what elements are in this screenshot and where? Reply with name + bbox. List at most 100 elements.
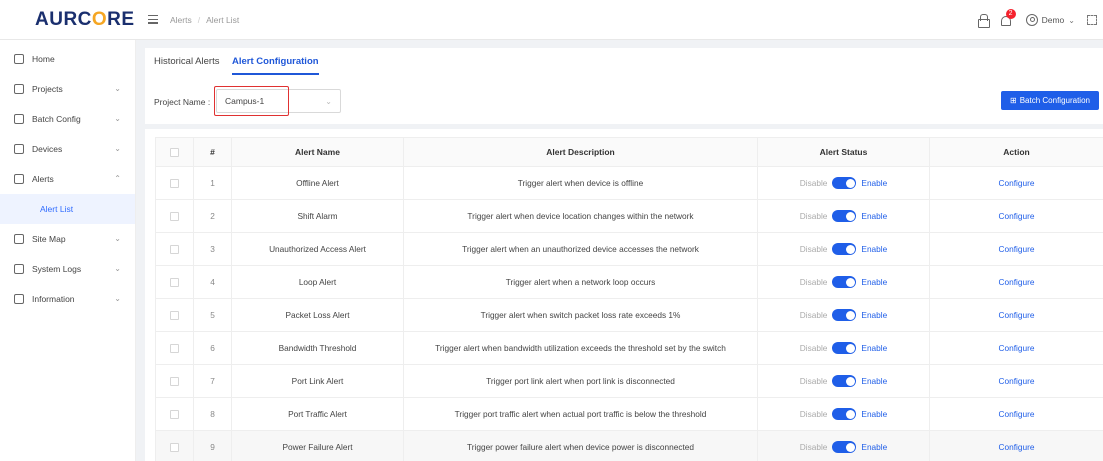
alert-description: Trigger port link alert when port link i… xyxy=(403,364,758,398)
sidebar-item-information[interactable]: Information ⌄ xyxy=(0,284,135,314)
tab-historical-alerts[interactable]: Historical Alerts xyxy=(154,56,219,73)
status-toggle[interactable] xyxy=(832,441,857,453)
row-checkbox[interactable] xyxy=(170,245,179,255)
tab-alert-configuration[interactable]: Alert Configuration xyxy=(232,56,319,75)
row-checkbox[interactable] xyxy=(170,443,179,453)
configure-link[interactable]: Configure xyxy=(999,310,1035,320)
breadcrumb-item[interactable]: Alerts xyxy=(170,15,192,25)
status-toggle[interactable] xyxy=(832,309,857,321)
configure-link[interactable]: Configure xyxy=(999,376,1035,386)
chevron-down-icon: ⌄ xyxy=(114,294,121,303)
row-checkbox[interactable] xyxy=(170,278,179,288)
row-index: 4 xyxy=(193,265,232,299)
breadcrumb-item: Alert List xyxy=(206,15,240,25)
alert-table-card: # Alert Name Alert Description Alert Sta… xyxy=(145,129,1103,461)
alert-description: Trigger alert when device is offline xyxy=(403,166,758,200)
chevron-down-icon: ⌄ xyxy=(114,144,121,153)
row-index: 7 xyxy=(193,364,232,398)
row-checkbox[interactable] xyxy=(170,410,179,420)
row-index: 2 xyxy=(193,199,232,233)
configure-link[interactable]: Configure xyxy=(999,178,1035,188)
configure-link[interactable]: Configure xyxy=(999,244,1035,254)
alert-name: Bandwidth Threshold xyxy=(231,331,404,365)
sidebar-item-home[interactable]: Home xyxy=(0,44,135,74)
row-select-cell xyxy=(155,397,194,431)
row-select-cell xyxy=(155,199,194,233)
enable-label: Enable xyxy=(861,343,888,353)
disable-label: Disable xyxy=(799,343,828,353)
sidebar-item-system-logs[interactable]: System Logs ⌄ xyxy=(0,254,135,284)
table-header: # Alert Name Alert Description Alert Sta… xyxy=(155,137,1103,167)
row-checkbox[interactable] xyxy=(170,344,179,354)
alert-description: Trigger port traffic alert when actual p… xyxy=(403,397,758,431)
alert-name: Shift Alarm xyxy=(231,199,404,233)
sidebar-item-batch-config[interactable]: Batch Config ⌄ xyxy=(0,104,135,134)
alert-name: Unauthorized Access Alert xyxy=(231,232,404,266)
status-toggle[interactable] xyxy=(832,276,857,288)
home-icon xyxy=(14,54,24,64)
configure-link[interactable]: Configure xyxy=(999,343,1035,353)
table-row: 2 Shift Alarm Trigger alert when device lo… xyxy=(155,199,1103,233)
alert-name: Port Link Alert xyxy=(231,364,404,398)
configure-link[interactable]: Configure xyxy=(999,211,1035,221)
row-checkbox[interactable] xyxy=(170,377,179,387)
alert-description: Trigger alert when bandwidth utilization… xyxy=(403,331,758,365)
bell-icon[interactable]: 2 xyxy=(1000,9,1016,27)
action-cell: Configure xyxy=(929,166,1103,200)
project-select[interactable]: Campus-1 ⌄ xyxy=(216,89,341,113)
row-checkbox[interactable] xyxy=(170,212,179,222)
filter-panel: Historical Alerts Alert Configuration Pr… xyxy=(145,48,1103,124)
enable-label: Enable xyxy=(861,277,888,287)
enable-label: Enable xyxy=(861,211,888,221)
status-toggle[interactable] xyxy=(832,375,857,387)
column-header: Action xyxy=(929,137,1103,167)
sidebar-item-alerts[interactable]: Alerts ⌃ xyxy=(0,164,135,194)
disable-label: Disable xyxy=(799,277,828,287)
configure-link[interactable]: Configure xyxy=(999,409,1035,419)
enable-label: Enable xyxy=(861,310,888,320)
alert-name: Packet Loss Alert xyxy=(231,298,404,332)
lock-icon[interactable] xyxy=(977,14,990,28)
sidebar-item-alert-list[interactable]: Alert List xyxy=(0,194,135,224)
status-toggle[interactable] xyxy=(832,342,857,354)
disable-label: Disable xyxy=(799,376,828,386)
header-actions: 2 Demo ⌄ xyxy=(977,9,1103,30)
alert-status-cell: Disable Enable xyxy=(757,331,930,365)
action-cell: Configure xyxy=(929,298,1103,332)
sidebar: Home Projects ⌄ Batch Config ⌄ Devices ⌄… xyxy=(0,40,136,461)
disable-label: Disable xyxy=(799,409,828,419)
batch-configuration-button[interactable]: ⊞ Batch Configuration xyxy=(1001,91,1099,110)
action-cell: Configure xyxy=(929,430,1103,461)
alert-icon xyxy=(14,174,24,184)
fullscreen-icon[interactable] xyxy=(1087,15,1097,25)
row-select-cell xyxy=(155,166,194,200)
column-header: Alert Status xyxy=(757,137,930,167)
enable-label: Enable xyxy=(861,244,888,254)
action-cell: Configure xyxy=(929,364,1103,398)
row-checkbox[interactable] xyxy=(170,179,179,189)
menu-toggle-icon[interactable] xyxy=(148,15,158,24)
configure-link[interactable]: Configure xyxy=(999,442,1035,452)
user-icon xyxy=(1025,14,1038,26)
enable-label: Enable xyxy=(861,376,888,386)
row-checkbox[interactable] xyxy=(170,311,179,321)
user-menu[interactable]: Demo ⌄ xyxy=(1025,14,1075,26)
sidebar-item-site-map[interactable]: Site Map ⌄ xyxy=(0,224,135,254)
status-toggle[interactable] xyxy=(832,243,857,255)
status-toggle[interactable] xyxy=(832,177,857,189)
chevron-down-icon: ⌄ xyxy=(325,96,332,106)
sidebar-item-projects[interactable]: Projects ⌄ xyxy=(0,74,135,104)
alert-status-cell: Disable Enable xyxy=(757,298,930,332)
select-all-checkbox[interactable] xyxy=(170,148,179,158)
status-toggle[interactable] xyxy=(832,408,857,420)
brand-logo[interactable]: AURCORE xyxy=(35,9,135,31)
configure-link[interactable]: Configure xyxy=(999,277,1035,287)
status-toggle[interactable] xyxy=(832,210,857,222)
enable-label: Enable xyxy=(861,178,888,188)
chevron-down-icon: ⌄ xyxy=(114,84,121,93)
alert-table: # Alert Name Alert Description Alert Sta… xyxy=(155,137,1103,461)
sidebar-item-devices[interactable]: Devices ⌄ xyxy=(0,134,135,164)
chevron-down-icon: ⌄ xyxy=(114,114,121,123)
row-select-cell xyxy=(155,298,194,332)
row-select-cell xyxy=(155,430,194,461)
